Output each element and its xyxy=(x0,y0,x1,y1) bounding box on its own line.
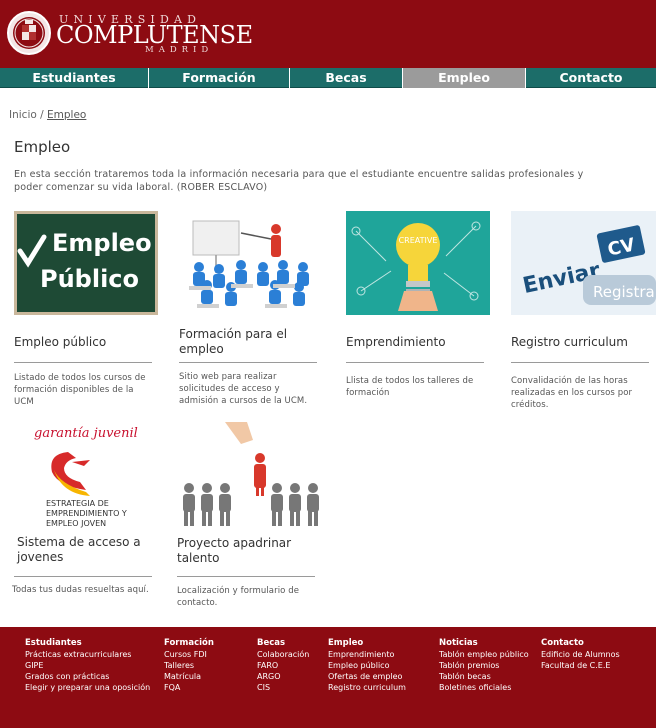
enviar-cv-image-text3: Registra xyxy=(593,283,655,301)
nav-item-becas[interactable]: Becas xyxy=(290,68,403,88)
card-description: Todas tus dudas resueltas aquí. xyxy=(12,585,149,595)
footer-heading[interactable]: Noticias xyxy=(439,638,529,649)
breadcrumb-current[interactable]: Empleo xyxy=(47,109,86,121)
nav-item-formacion[interactable]: Formación xyxy=(149,68,290,88)
breadcrumb-home[interactable]: Inicio xyxy=(9,109,37,121)
footer-link[interactable]: Registro curriculum xyxy=(328,682,406,693)
footer-link[interactable]: Boletines oficiales xyxy=(439,682,529,693)
site-footer: Estudiantes Prácticas extracurriculares … xyxy=(0,627,656,728)
footer-link[interactable]: Talleres xyxy=(164,660,214,671)
page-title: Empleo xyxy=(14,138,71,156)
footer-heading[interactable]: Estudiantes xyxy=(25,638,150,649)
footer-heading[interactable]: Formación xyxy=(164,638,214,649)
footer-col-becas: Becas Colaboración FARO ARGO CIS xyxy=(257,638,309,693)
brand-name[interactable]: COMPLUTENSE xyxy=(56,23,253,47)
footer-col-contacto: Contacto Edificio de Alumnos Facultad de… xyxy=(541,638,620,671)
card-description: Convalidación de las horas realizadas en… xyxy=(511,376,633,410)
card-description: Llista de todos los talleres de formació… xyxy=(346,376,474,398)
card-divider xyxy=(14,362,152,363)
footer-link[interactable]: Tablón becas xyxy=(439,671,529,682)
card-title[interactable]: Formación para el empleo xyxy=(179,327,323,357)
card-divider xyxy=(177,576,315,577)
footer-link[interactable]: FQA xyxy=(164,682,214,693)
footer-col-formacion: Formación Cursos FDI Talleres Matrícula … xyxy=(164,638,214,693)
empleo-publico-image-line2: Público xyxy=(40,265,139,293)
garantia-juvenil-line3: EMPLEO JOVEN xyxy=(46,519,106,528)
footer-link[interactable]: Grados con prácticas xyxy=(25,671,150,682)
card-divider xyxy=(346,362,484,363)
footer-link[interactable]: Edificio de Alumnos xyxy=(541,649,620,660)
footer-heading[interactable]: Contacto xyxy=(541,638,620,649)
footer-link[interactable]: FARO xyxy=(257,660,309,671)
footer-col-empleo: Empleo Emprendimiento Empleo público Ofe… xyxy=(328,638,406,693)
university-crest-logo[interactable] xyxy=(6,6,52,60)
card-title[interactable]: Sistema de acceso a jovenes xyxy=(17,535,161,565)
footer-link[interactable]: Matrícula xyxy=(164,671,214,682)
garantia-juvenil-line2: EMPRENDIMIENTO Y xyxy=(46,509,127,518)
footer-link[interactable]: Cursos FDI xyxy=(164,649,214,660)
breadcrumb: Inicio / Empleo xyxy=(9,109,86,121)
empleo-publico-image[interactable]: Empleo Público xyxy=(14,211,158,315)
classroom-image[interactable] xyxy=(179,211,323,315)
card-divider xyxy=(179,362,317,363)
footer-heading[interactable]: Becas xyxy=(257,638,309,649)
footer-link[interactable]: Tablón premios xyxy=(439,660,529,671)
footer-link[interactable]: ARGO xyxy=(257,671,309,682)
footer-link[interactable]: Elegir y preparar una oposición xyxy=(25,682,150,693)
card-divider xyxy=(511,362,649,363)
card-title[interactable]: Registro curriculum xyxy=(511,335,655,350)
enviar-cv-image[interactable]: Enviar CV Registra xyxy=(511,211,656,315)
site-header: UNIVERSIDAD COMPLUTENSE MADRID xyxy=(0,0,656,68)
nav-item-contacto[interactable]: Contacto xyxy=(526,68,656,88)
creative-image-label: CREATIVE xyxy=(399,236,438,245)
card-description: Listado de todos los cursos de formación… xyxy=(14,373,146,407)
card-divider xyxy=(14,576,152,577)
footer-col-estudiantes: Estudiantes Prácticas extracurriculares … xyxy=(25,638,150,693)
card-title[interactable]: Proyecto apadrinar talento xyxy=(177,536,321,566)
footer-col-noticias: Noticias Tablón empleo público Tablón pr… xyxy=(439,638,529,693)
garantia-juvenil-image[interactable]: garantía juvenil ESTRATEGIA DE EMPRENDIM… xyxy=(14,422,158,530)
card-description: Sitio web para realizar solicitudes de a… xyxy=(179,372,308,406)
empleo-publico-image-line1: Empleo xyxy=(52,229,152,257)
card-title[interactable]: Empleo público xyxy=(14,335,158,350)
footer-link[interactable]: CIS xyxy=(257,682,309,693)
creative-lightbulb-image[interactable]: CREATIVE xyxy=(346,211,490,315)
footer-link[interactable]: Emprendimiento xyxy=(328,649,406,660)
main-nav: Estudiantes Formación Becas Empleo Conta… xyxy=(0,68,656,88)
card-description: Localización y formulario de contacto. xyxy=(177,586,300,608)
nav-item-estudiantes[interactable]: Estudiantes xyxy=(0,68,149,88)
brand-city: MADRID xyxy=(145,45,214,55)
card-title[interactable]: Emprendimiento xyxy=(346,335,490,350)
talent-selection-image[interactable] xyxy=(177,422,321,530)
breadcrumb-separator: / xyxy=(40,109,44,121)
footer-link[interactable]: Facultad de C.E.E xyxy=(541,660,620,671)
footer-link[interactable]: Empleo público xyxy=(328,660,406,671)
garantia-juvenil-heading: garantía juvenil xyxy=(34,426,138,441)
footer-link[interactable]: GIPE xyxy=(25,660,150,671)
footer-link[interactable]: Colaboración xyxy=(257,649,309,660)
garantia-juvenil-line1: ESTRATEGIA DE xyxy=(46,499,109,508)
footer-link[interactable]: Prácticas extracurriculares xyxy=(25,649,150,660)
page-intro: En esta sección trataremos toda la infor… xyxy=(14,169,584,193)
footer-link[interactable]: Ofertas de empleo xyxy=(328,671,406,682)
footer-heading[interactable]: Empleo xyxy=(328,638,406,649)
footer-link[interactable]: Tablón empleo público xyxy=(439,649,529,660)
nav-item-empleo[interactable]: Empleo xyxy=(403,68,526,88)
